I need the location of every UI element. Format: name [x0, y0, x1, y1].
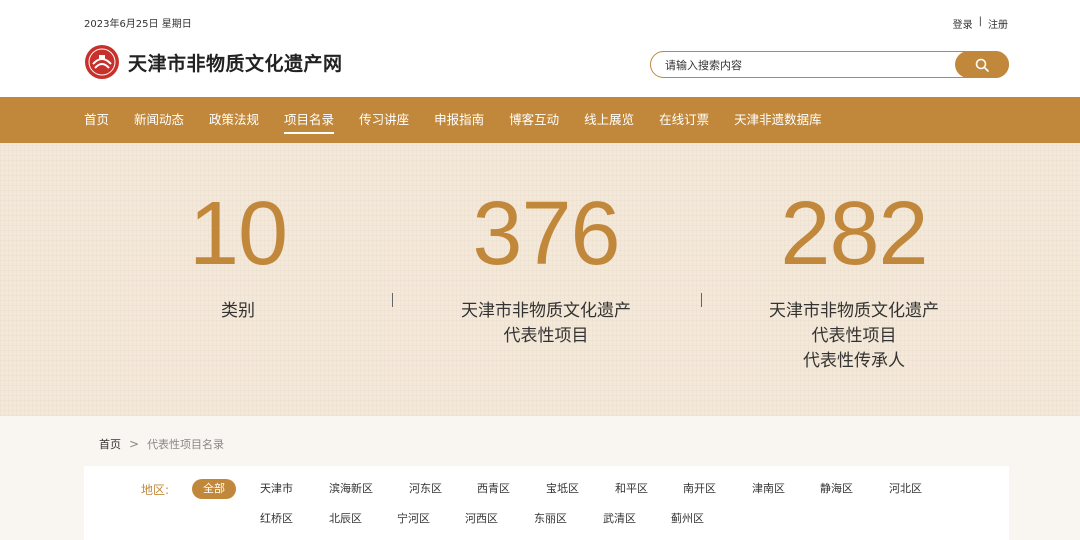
nav-item-online-exhibit[interactable]: 线上展览 [584, 97, 634, 143]
site-name: 天津市非物质文化遗产网 [128, 52, 343, 75]
nav-item-policy[interactable]: 政策法规 [209, 97, 259, 143]
region-option[interactable]: 天津市 [260, 479, 293, 499]
stat-divider [701, 293, 702, 307]
nav-item-database[interactable]: 天津非遗数据库 [734, 97, 822, 143]
stat-label: 天津市非物质文化遗产 代表性项目 代表性传承人 [769, 301, 939, 371]
filter-label: 地区: [141, 483, 170, 497]
content-area: 首页 > 代表性项目名录 地区: 全部 天津市 滨海新区 河东区 西青区 宝坻区… [0, 416, 1080, 540]
stat-inheritors: 282 天津市非物质文化遗产 代表性项目 代表性传承人 [704, 143, 1004, 374]
nav-item-tickets[interactable]: 在线订票 [659, 97, 709, 143]
region-option[interactable]: 红桥区 [260, 509, 293, 529]
breadcrumb-home[interactable]: 首页 [99, 436, 121, 452]
login-link[interactable]: 登录 [953, 16, 973, 31]
stat-projects: 376 天津市非物质文化遗产 代表性项目 [396, 143, 696, 349]
logo-emblem-icon [85, 45, 119, 79]
nav-item-project-list[interactable]: 项目名录 [284, 97, 335, 143]
region-option[interactable]: 西青区 [477, 479, 510, 499]
region-option[interactable]: 和平区 [615, 479, 648, 499]
search-button[interactable] [955, 51, 1009, 78]
nav-item-home[interactable]: 首页 [84, 97, 109, 143]
region-option[interactable]: 宁河区 [397, 509, 430, 529]
nav-item-lectures[interactable]: 传习讲座 [359, 97, 409, 143]
region-option[interactable]: 北辰区 [329, 509, 362, 529]
region-option[interactable]: 河北区 [889, 479, 922, 499]
region-option[interactable]: 宝坻区 [546, 479, 579, 499]
main-nav: 首页 新闻动态 政策法规 项目名录 传习讲座 申报指南 博客互动 线上展览 在线… [0, 97, 1080, 143]
auth-links: 登录 | 注册 [953, 16, 1008, 31]
region-option[interactable]: 东丽区 [534, 509, 567, 529]
nav-item-guide[interactable]: 申报指南 [434, 97, 484, 143]
search-icon [975, 58, 989, 72]
site-logo[interactable]: 天津市非物质文化遗产网 [84, 44, 343, 80]
stat-label: 天津市非物质文化遗产 代表性项目 [461, 301, 631, 346]
current-date: 2023年6月25日 星期日 [84, 19, 192, 30]
breadcrumb-current: 代表性项目名录 [147, 438, 225, 451]
register-link[interactable]: 注册 [988, 16, 1008, 31]
stat-divider [392, 293, 393, 307]
region-option[interactable]: 津南区 [752, 479, 785, 499]
region-option[interactable]: 武清区 [603, 509, 636, 529]
top-header: 2023年6月25日 星期日 登录 | 注册 天津市非物质文化遗产网 [0, 0, 1080, 97]
nav-item-blog[interactable]: 博客互动 [509, 97, 559, 143]
stat-number: 282 [780, 184, 928, 284]
stat-number: 10 [188, 184, 288, 284]
region-option[interactable]: 蓟州区 [671, 509, 704, 529]
region-option[interactable]: 滨海新区 [329, 479, 373, 499]
search-input[interactable] [665, 57, 945, 73]
nav-item-news[interactable]: 新闻动态 [134, 97, 184, 143]
stat-label: 类别 [221, 301, 255, 321]
chevron-right-icon: > [129, 437, 140, 451]
region-filter: 地区: 全部 天津市 滨海新区 河东区 西青区 宝坻区 和平区 南开区 津南区 … [84, 466, 1009, 540]
stat-number: 376 [472, 184, 620, 284]
region-option[interactable]: 河西区 [465, 509, 498, 529]
region-option[interactable]: 南开区 [683, 479, 716, 499]
breadcrumb: 首页 > 代表性项目名录 [99, 436, 224, 452]
stats-hero: 10 类别 376 天津市非物质文化遗产 代表性项目 282 天津市非物质文化遗… [0, 143, 1080, 416]
region-option[interactable]: 河东区 [409, 479, 442, 499]
search-box [650, 51, 1009, 78]
region-option[interactable]: 静海区 [820, 479, 853, 499]
auth-separator: | [978, 16, 982, 27]
stat-categories: 10 类别 [88, 143, 388, 324]
region-all[interactable]: 全部 [192, 479, 236, 499]
